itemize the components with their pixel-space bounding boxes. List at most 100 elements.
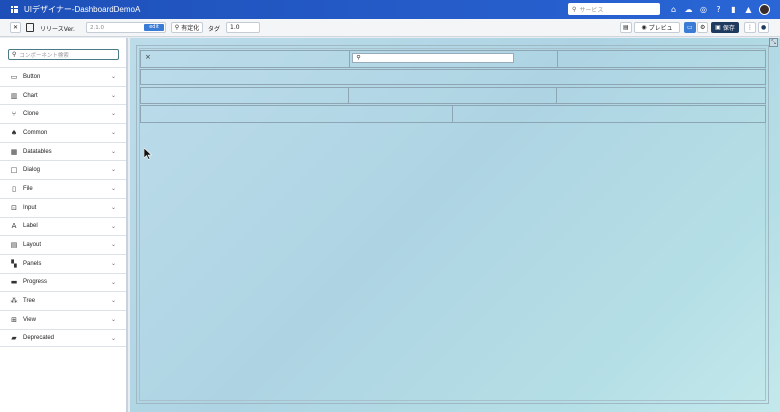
chevron-down-icon: ⌄ xyxy=(110,315,116,323)
category-clone[interactable]: ⑂ Clone ⌄ xyxy=(0,104,126,123)
tree-icon: ⁂ xyxy=(10,297,18,306)
layout-row[interactable] xyxy=(140,105,766,123)
table-icon: ▦ xyxy=(10,147,18,156)
layout-cell[interactable] xyxy=(557,88,765,103)
global-search-placeholder: サービス xyxy=(579,6,604,14)
chevron-down-icon: ⌄ xyxy=(110,203,116,211)
clone-icon: ⑂ xyxy=(11,110,17,119)
layout-cell[interactable] xyxy=(453,106,765,122)
layout-cell[interactable] xyxy=(558,51,765,67)
help-icon[interactable]: ? xyxy=(714,5,723,14)
tag-label: タグ xyxy=(208,26,221,33)
layout-cell[interactable] xyxy=(349,88,557,103)
canvas-search-input[interactable]: ⚲ xyxy=(352,53,515,63)
layout-cell[interactable] xyxy=(141,70,765,84)
status-button[interactable]: ● xyxy=(758,22,770,33)
category-datatables[interactable]: ▦ Datatables ⌄ xyxy=(0,141,126,161)
layout-row[interactable] xyxy=(140,69,766,85)
collapse-corner-icon[interactable]: ⤡ xyxy=(769,38,778,47)
label-icon: A xyxy=(11,222,17,231)
globe-icon[interactable]: ◎ xyxy=(699,5,708,14)
chevron-down-icon: ⌄ xyxy=(110,91,116,99)
category-common[interactable]: ♠ Common ⌄ xyxy=(0,123,126,142)
notification-icon[interactable]: ▲ xyxy=(744,5,753,14)
category-label: Tree xyxy=(23,298,36,305)
category-view[interactable]: ⊞ View ⌄ xyxy=(0,309,126,329)
category-progress[interactable]: ▬ Progress ⌄ xyxy=(0,272,126,292)
avatar[interactable] xyxy=(759,4,770,15)
layout-cell[interactable] xyxy=(141,88,350,103)
design-canvas[interactable]: ⤡ × ⚲ xyxy=(130,38,780,412)
category-panels[interactable]: ▚ Panels ⌄ xyxy=(0,253,126,273)
chevron-down-icon: ⌄ xyxy=(110,334,116,342)
tag-value: 1.0 xyxy=(230,24,240,31)
global-search-input[interactable]: ⚲ サービス xyxy=(568,3,660,15)
input-icon: ⊡ xyxy=(11,203,17,212)
progress-icon: ▬ xyxy=(10,278,18,287)
component-search-input[interactable]: ⚲ コンポーネント検索 xyxy=(8,49,119,60)
eye-icon: ◉ xyxy=(641,24,647,31)
edit-version-button[interactable]: edit xyxy=(144,24,164,31)
sidebar-toggle-icon[interactable] xyxy=(26,23,34,32)
view-icon: ⊞ xyxy=(11,315,17,324)
more-vertical-icon: ⋮ xyxy=(747,24,753,31)
status-dot-icon: ● xyxy=(761,24,767,31)
chevron-down-icon: ⌄ xyxy=(110,166,116,174)
category-label: Clone xyxy=(23,111,39,118)
settings-button[interactable]: ⚙ xyxy=(697,22,709,33)
save-button[interactable]: ▣ 保存 xyxy=(711,22,739,33)
mouse-cursor-icon xyxy=(144,148,152,160)
gear-icon: ⚙ xyxy=(700,24,706,31)
category-chart[interactable]: ▥ Chart ⌄ xyxy=(0,85,126,105)
category-file[interactable]: ▯ File ⌄ xyxy=(0,179,126,198)
panels-icon: ▚ xyxy=(11,259,17,268)
dialog-icon: □ xyxy=(10,166,18,175)
save-label: 保存 xyxy=(722,25,735,32)
layout-cell[interactable] xyxy=(141,106,453,122)
layout-row[interactable] xyxy=(140,87,766,104)
category-dialog[interactable]: □ Dialog ⌄ xyxy=(0,160,126,179)
component-search-placeholder: コンポーネント検索 xyxy=(19,52,69,59)
home-icon[interactable]: ⌂ xyxy=(669,5,678,14)
layout-cell[interactable]: ⚲ xyxy=(350,51,558,67)
category-label[interactable]: A Label ⌄ xyxy=(0,216,126,236)
close-icon[interactable]: × xyxy=(145,53,151,61)
search-icon: ⚲ xyxy=(572,5,577,13)
bookmark-icon[interactable]: ▮ xyxy=(729,5,738,14)
designer-toolbar: ✕ リリースVer. 2.1.0 edit ⚲ 有定化 タグ 1.0 ▤ ◉ プ… xyxy=(0,19,780,37)
preview-button[interactable]: ◉ プレビュ xyxy=(634,22,680,33)
chevron-down-icon: ⌄ xyxy=(110,297,116,305)
category-input[interactable]: ⊡ Input ⌄ xyxy=(0,197,126,217)
tag-field[interactable]: 1.0 xyxy=(226,22,260,33)
app-launcher-icon[interactable] xyxy=(11,6,18,13)
fix-button[interactable]: ⚲ 有定化 xyxy=(171,22,203,33)
close-designer-button[interactable]: ✕ xyxy=(10,22,22,33)
category-label-text: Label xyxy=(23,223,38,230)
category-label: Input xyxy=(23,204,37,211)
chevron-down-icon: ⌄ xyxy=(110,241,116,249)
chevron-down-icon: ⌄ xyxy=(110,110,116,118)
chevron-down-icon: ⌄ xyxy=(110,278,116,286)
layout-cell[interactable]: × xyxy=(141,51,351,67)
chevron-down-icon: ⌄ xyxy=(110,259,116,267)
deprecated-icon: ▰ xyxy=(11,333,17,342)
category-label: Button xyxy=(23,73,41,80)
version-field[interactable]: 2.1.0 edit xyxy=(86,22,166,33)
category-label: File xyxy=(23,185,33,192)
chevron-down-icon: ⌄ xyxy=(110,129,116,137)
category-deprecated[interactable]: ▰ Deprecated ⌄ xyxy=(0,328,126,348)
category-layout[interactable]: ▤ Layout ⌄ xyxy=(0,235,126,254)
chevron-down-icon: ⌄ xyxy=(110,185,116,193)
more-menu-button[interactable]: ⋮ xyxy=(744,22,756,33)
layout-icon: ▭ xyxy=(687,24,693,31)
document-button[interactable]: ▤ xyxy=(620,22,632,33)
category-label: Datatables xyxy=(23,148,52,155)
category-button[interactable]: ▭ Button ⌄ xyxy=(0,67,126,86)
layout-row[interactable]: × ⚲ xyxy=(140,50,766,68)
category-label: Progress xyxy=(23,279,48,286)
category-label: Chart xyxy=(23,92,38,99)
chevron-down-icon: ⌄ xyxy=(110,222,116,230)
cloud-icon[interactable]: ☁ xyxy=(684,5,693,14)
layout-view-button[interactable]: ▭ xyxy=(684,22,696,33)
category-tree[interactable]: ⁂ Tree ⌄ xyxy=(0,291,126,310)
